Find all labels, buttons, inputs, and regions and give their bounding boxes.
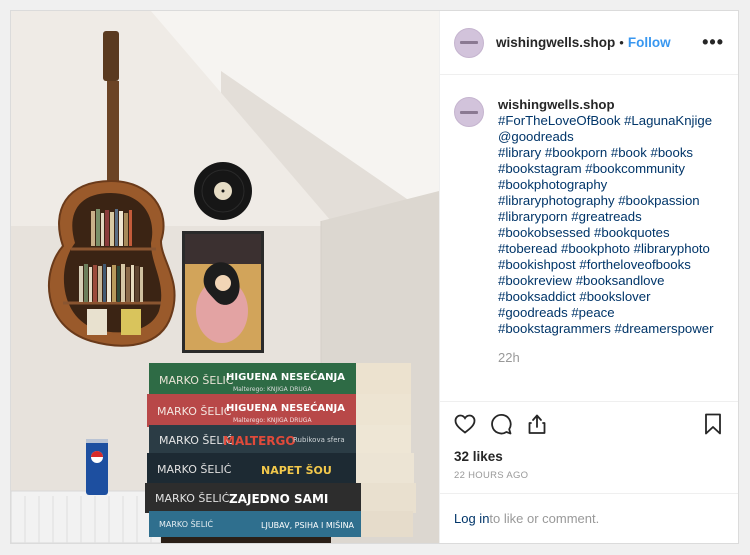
brand-logo-icon <box>460 110 478 114</box>
caption-text[interactable]: #ForTheLoveOfBook #LagunaKnjige @goodrea… <box>498 113 714 337</box>
login-prompt: Log in to like or comment. <box>440 493 738 543</box>
caption-username[interactable]: wishingwells.shop <box>498 97 714 113</box>
book-title: NAPET ŠOU <box>261 464 332 477</box>
likes-count[interactable]: 32 likes <box>440 445 738 467</box>
book-spine: MARKO ŠELIĆ ZAJEDNO SAMI <box>145 483 416 513</box>
radiator <box>11 490 162 543</box>
book-spine: MARKO ŠELIĆ LJUBAV, PSIHA I MIŠINA <box>149 511 413 537</box>
posted-time: 22 HOURS AGO <box>454 470 529 481</box>
book-spine: MARKO ŠELIĆ NAPET ŠOU <box>147 453 414 485</box>
post-sidebar: wishingwells.shop • Follow ••• wishingwe… <box>439 11 738 543</box>
instagram-post: MARKO ŠELIĆ HIGUENA NESEĆANJA Malterego:… <box>10 10 739 544</box>
photo-scene: MARKO ŠELIĆ HIGUENA NESEĆANJA Malterego:… <box>11 11 439 543</box>
action-bar <box>440 401 738 445</box>
vinyl-record <box>194 162 252 220</box>
bookmark-icon[interactable] <box>701 412 725 436</box>
caption-section: wishingwells.shop #ForTheLoveOfBook #Lag… <box>440 75 738 401</box>
book-subtitle: Malterego: KNJIGA DRUGA <box>233 417 312 424</box>
post-header: wishingwells.shop • Follow ••• <box>440 11 738 75</box>
book-spine: MARKO ŠELIĆ HIGUENA NESEĆANJA Malterego:… <box>147 394 411 427</box>
caption-body: wishingwells.shop #ForTheLoveOfBook #Lag… <box>498 97 714 401</box>
avatar[interactable] <box>454 27 484 58</box>
book-title: LJUBAV, PSIHA I MIŠINA <box>261 519 355 530</box>
book-author: MARKO ŠELIĆ <box>157 405 232 418</box>
follow-button[interactable]: Follow <box>628 35 671 50</box>
book-spine: MARKO ŠELIĆ MALTERGO Rubikova sfera <box>149 425 411 455</box>
book-author: MARKO ŠELIĆ <box>155 492 230 505</box>
book-subtitle: Rubikova sfera <box>293 436 345 444</box>
book-title: ZAJEDNO SAMI <box>229 492 328 506</box>
book-subtitle: Malterego: KNJIGA DRUGA <box>233 386 312 393</box>
book-title: MALTERGO <box>223 434 296 448</box>
caption-timestamp[interactable]: 22h <box>498 350 714 366</box>
book-spine: MARKO ŠELIĆ HIGUENA NESEĆANJA Malterego:… <box>149 363 411 396</box>
comment-icon[interactable] <box>489 412 513 436</box>
heart-icon[interactable] <box>453 412 477 436</box>
brand-logo-icon <box>460 41 478 44</box>
post-photo[interactable]: MARKO ŠELIĆ HIGUENA NESEĆANJA Malterego:… <box>11 11 439 543</box>
book-title: HIGUENA NESEĆANJA <box>226 370 345 383</box>
more-options-icon[interactable]: ••• <box>702 32 724 53</box>
share-icon[interactable] <box>525 412 549 436</box>
login-rest-text: to like or comment. <box>489 511 600 526</box>
book-author: MARKO ŠELIĆ <box>159 374 234 387</box>
login-link[interactable]: Log in <box>454 511 489 526</box>
book-title: HIGUENA NESEĆANJA <box>226 401 345 414</box>
avatar[interactable] <box>454 97 484 127</box>
book-author: MARKO ŠELIĆ <box>157 463 232 476</box>
wall-poster <box>182 231 264 353</box>
pepsi-can <box>86 439 108 495</box>
header-username[interactable]: wishingwells.shop <box>496 35 615 50</box>
separator-dot: • <box>619 35 624 50</box>
book-stack: MARKO ŠELIĆ HIGUENA NESEĆANJA Malterego:… <box>145 363 416 537</box>
book-author: MARKO ŠELIĆ <box>159 518 214 529</box>
